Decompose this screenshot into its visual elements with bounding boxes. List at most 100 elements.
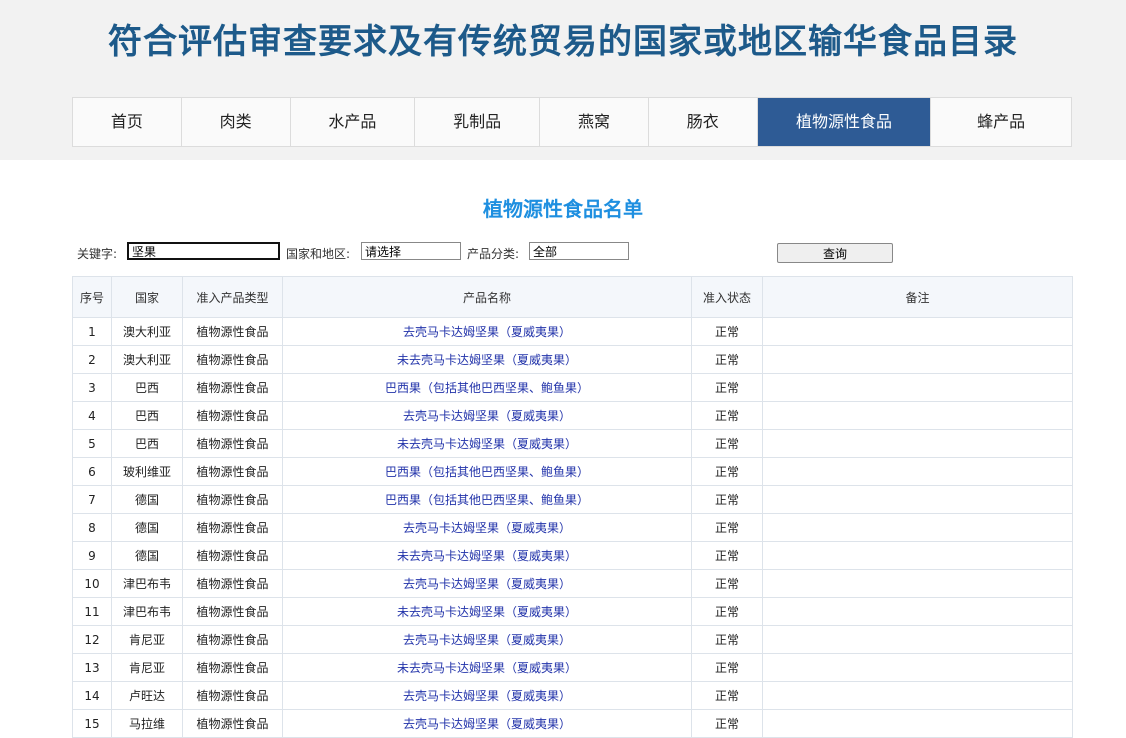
cell-status: 正常: [691, 541, 763, 570]
header-status: 准入状态: [691, 276, 763, 318]
cell-country: 卢旺达: [111, 681, 183, 710]
cell-type: 植物源性食品: [182, 681, 283, 710]
country-label: 国家和地区:: [286, 247, 351, 261]
table-row: 13 肯尼亚 植物源性食品 未去壳马卡达姆坚果（夏威夷果） 正常: [72, 653, 1073, 682]
cell-status: 正常: [691, 485, 763, 514]
cell-country: 巴西: [111, 401, 183, 430]
cell-product[interactable]: 去壳马卡达姆坚果（夏威夷果）: [282, 681, 692, 710]
cell-product[interactable]: 未去壳马卡达姆坚果（夏威夷果）: [282, 541, 692, 570]
cell-status: 正常: [691, 457, 763, 486]
nav-item-casing[interactable]: 肠衣: [649, 98, 758, 146]
header-type: 准入产品类型: [182, 276, 283, 318]
cell-seq: 5: [72, 429, 112, 458]
country-select[interactable]: [361, 242, 461, 260]
cell-seq: 11: [72, 597, 112, 626]
cell-country: 津巴布韦: [111, 597, 183, 626]
main-nav: 首页 肉类 水产品 乳制品 燕窝 肠衣 植物源性食品 蜂产品: [72, 97, 1072, 147]
nav-item-bee-products[interactable]: 蜂产品: [931, 98, 1071, 146]
cell-status: 正常: [691, 625, 763, 654]
cell-remark: [762, 625, 1073, 654]
cell-product[interactable]: 去壳马卡达姆坚果（夏威夷果）: [282, 625, 692, 654]
cell-type: 植物源性食品: [182, 485, 283, 514]
cell-product[interactable]: 巴西果（包括其他巴西坚果、鲍鱼果）: [282, 373, 692, 402]
header-remark: 备注: [762, 276, 1073, 318]
cell-product[interactable]: 去壳马卡达姆坚果（夏威夷果）: [282, 569, 692, 598]
query-button[interactable]: 查询: [777, 243, 893, 263]
cell-country: 肯尼亚: [111, 625, 183, 654]
cell-country: 澳大利亚: [111, 345, 183, 374]
cell-seq: 14: [72, 681, 112, 710]
table-row: 11 津巴布韦 植物源性食品 未去壳马卡达姆坚果（夏威夷果） 正常: [72, 597, 1073, 626]
nav-item-birds-nest[interactable]: 燕窝: [540, 98, 649, 146]
table-row: 6 玻利维亚 植物源性食品 巴西果（包括其他巴西坚果、鲍鱼果） 正常: [72, 457, 1073, 486]
cell-status: 正常: [691, 345, 763, 374]
cell-remark: [762, 401, 1073, 430]
cell-type: 植物源性食品: [182, 345, 283, 374]
keyword-label: 关键字:: [77, 247, 118, 261]
site-title: 符合评估审查要求及有传统贸易的国家或地区输华食品目录: [108, 22, 1018, 62]
cell-status: 正常: [691, 373, 763, 402]
cell-country: 德国: [111, 485, 183, 514]
table-row: 9 德国 植物源性食品 未去壳马卡达姆坚果（夏威夷果） 正常: [72, 541, 1073, 570]
cell-seq: 12: [72, 625, 112, 654]
cell-country: 玻利维亚: [111, 457, 183, 486]
cell-remark: [762, 541, 1073, 570]
header-country: 国家: [111, 276, 183, 318]
nav-item-meat[interactable]: 肉类: [182, 98, 291, 146]
cell-remark: [762, 345, 1073, 374]
cell-remark: [762, 429, 1073, 458]
cell-seq: 7: [72, 485, 112, 514]
cell-remark: [762, 681, 1073, 710]
cell-remark: [762, 653, 1073, 682]
cell-remark: [762, 457, 1073, 486]
cell-remark: [762, 513, 1073, 542]
cell-type: 植物源性食品: [182, 429, 283, 458]
cell-type: 植物源性食品: [182, 373, 283, 402]
table-row: 10 津巴布韦 植物源性食品 去壳马卡达姆坚果（夏威夷果） 正常: [72, 569, 1073, 598]
cell-product[interactable]: 未去壳马卡达姆坚果（夏威夷果）: [282, 345, 692, 374]
nav-item-home[interactable]: 首页: [73, 98, 182, 146]
cell-product[interactable]: 去壳马卡达姆坚果（夏威夷果）: [282, 709, 692, 738]
nav-item-plant-food[interactable]: 植物源性食品: [757, 98, 932, 146]
category-select[interactable]: [529, 242, 629, 260]
nav-item-dairy[interactable]: 乳制品: [415, 98, 541, 146]
cell-remark: [762, 485, 1073, 514]
cell-remark: [762, 569, 1073, 598]
cell-status: 正常: [691, 653, 763, 682]
cell-status: 正常: [691, 597, 763, 626]
cell-type: 植物源性食品: [182, 625, 283, 654]
cell-product[interactable]: 去壳马卡达姆坚果（夏威夷果）: [282, 401, 692, 430]
category-label: 产品分类:: [467, 247, 520, 261]
cell-remark: [762, 317, 1073, 346]
cell-seq: 2: [72, 345, 112, 374]
cell-product[interactable]: 未去壳马卡达姆坚果（夏威夷果）: [282, 429, 692, 458]
cell-remark: [762, 597, 1073, 626]
cell-product[interactable]: 巴西果（包括其他巴西坚果、鲍鱼果）: [282, 457, 692, 486]
table-row: 15 马拉维 植物源性食品 去壳马卡达姆坚果（夏威夷果） 正常: [72, 709, 1073, 738]
table-row: 5 巴西 植物源性食品 未去壳马卡达姆坚果（夏威夷果） 正常: [72, 429, 1073, 458]
cell-product[interactable]: 去壳马卡达姆坚果（夏威夷果）: [282, 317, 692, 346]
cell-country: 澳大利亚: [111, 317, 183, 346]
cell-product[interactable]: 未去壳马卡达姆坚果（夏威夷果）: [282, 597, 692, 626]
cell-type: 植物源性食品: [182, 401, 283, 430]
cell-country: 德国: [111, 541, 183, 570]
cell-seq: 1: [72, 317, 112, 346]
cell-status: 正常: [691, 401, 763, 430]
table-row: 4 巴西 植物源性食品 去壳马卡达姆坚果（夏威夷果） 正常: [72, 401, 1073, 430]
keyword-input[interactable]: [127, 242, 280, 260]
search-bar: 关键字: 国家和地区: 产品分类: 查询: [77, 242, 1077, 264]
cell-product[interactable]: 去壳马卡达姆坚果（夏威夷果）: [282, 513, 692, 542]
nav-item-aquatic[interactable]: 水产品: [291, 98, 416, 146]
cell-product[interactable]: 未去壳马卡达姆坚果（夏威夷果）: [282, 653, 692, 682]
cell-country: 德国: [111, 513, 183, 542]
cell-status: 正常: [691, 709, 763, 738]
cell-type: 植物源性食品: [182, 457, 283, 486]
cell-seq: 3: [72, 373, 112, 402]
table-row: 14 卢旺达 植物源性食品 去壳马卡达姆坚果（夏威夷果） 正常: [72, 681, 1073, 710]
cell-country: 肯尼亚: [111, 653, 183, 682]
cell-type: 植物源性食品: [182, 513, 283, 542]
table-row: 1 澳大利亚 植物源性食品 去壳马卡达姆坚果（夏威夷果） 正常: [72, 317, 1073, 346]
header-seq: 序号: [72, 276, 112, 318]
cell-product[interactable]: 巴西果（包括其他巴西坚果、鲍鱼果）: [282, 485, 692, 514]
cell-country: 巴西: [111, 429, 183, 458]
